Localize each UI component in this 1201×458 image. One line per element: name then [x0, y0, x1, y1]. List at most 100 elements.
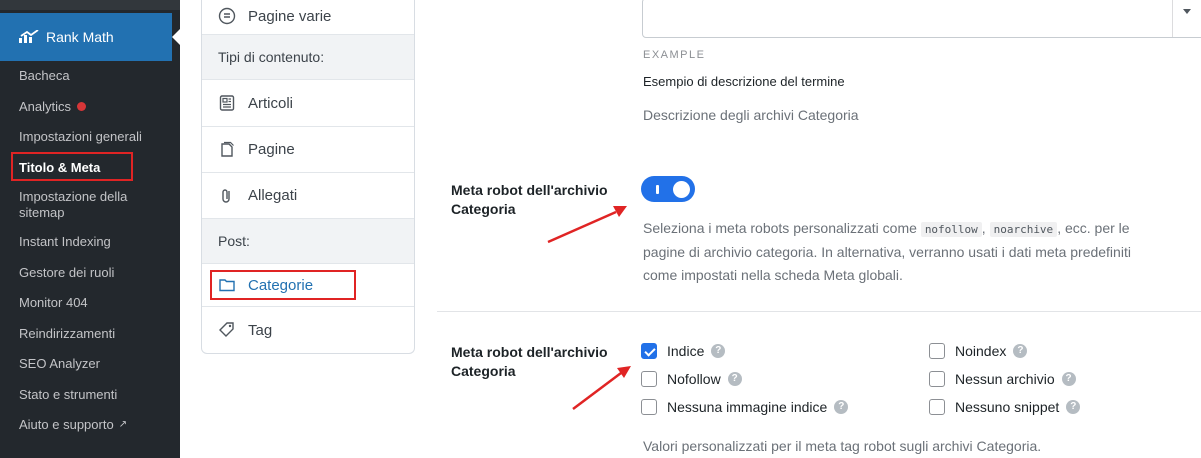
robots-desc-text: , ecc. per le [1057, 220, 1130, 236]
page: Rank Math Bacheca Analytics Impostazioni… [0, 0, 1201, 458]
rank-math-logo-icon [19, 30, 39, 43]
help-icon[interactable]: ? [1066, 400, 1081, 414]
sidebar-item-label: Reindirizzamenti [19, 325, 116, 341]
sidebar-item-label: Analytics [19, 98, 72, 114]
nav-item-label: Tag [248, 321, 273, 339]
archive-description-help: Descrizione degli archivi Categoria [643, 107, 859, 123]
sidebar-item-label: Stato e strumenti [19, 386, 118, 402]
help-icon[interactable]: ? [711, 344, 726, 358]
help-icon[interactable]: ? [834, 400, 849, 414]
checkbox-label: Nessuna immagine indice [667, 399, 828, 415]
robots-desc-comma: , [981, 220, 986, 236]
sidebar-item-label: Impostazione della sitemap [19, 189, 128, 220]
checkbox-box[interactable] [641, 399, 657, 415]
highlight-box-titles-meta [11, 152, 133, 181]
robots-desc-text: Seleziona i meta robots personalizzati c… [643, 220, 917, 236]
tag-icon [219, 322, 234, 337]
nav-item-label: Allegati [248, 187, 298, 204]
sidebar-item-status-tools[interactable]: Stato e strumenti [0, 380, 180, 411]
checkbox-label: Nofollow [667, 371, 721, 387]
checkbox-indice[interactable]: Indice ? [641, 343, 726, 359]
description-select[interactable] [642, 0, 1201, 38]
sidebar-item-label: Impostazioni generali [19, 129, 142, 145]
pages-icon [221, 141, 234, 157]
document-icon [219, 95, 235, 111]
checkbox-box[interactable] [929, 343, 945, 359]
sidebar-item-instant-indexing[interactable]: Instant Indexing [0, 227, 180, 258]
robots-toggle-description: Seleziona i meta robots personalizzati c… [643, 217, 1199, 287]
robots-checkbox-footer: Valori personalizzati per il meta tag ro… [643, 438, 1042, 454]
sidebar-brand-label: Rank Math [46, 29, 114, 45]
noarchive-keyword: noarchive [989, 222, 1058, 237]
checkbox-noarchive[interactable]: Nessun archivio ? [929, 371, 1076, 387]
checkbox-nofollow[interactable]: Nofollow ? [641, 371, 742, 387]
checkbox-label: Nessun archivio [955, 371, 1055, 387]
chevron-down-icon [1183, 9, 1191, 14]
checkbox-label: Indice [667, 343, 705, 359]
nav-section-label: Post: [218, 233, 250, 249]
toggle-knob [673, 181, 690, 198]
robots-toggle-label: Meta robot dell'archivio Categoria [451, 182, 608, 217]
nav-item-label: Articoli [248, 94, 294, 112]
checkbox-box[interactable] [641, 343, 657, 359]
sidebar-item-label: Aiuto e supporto [19, 417, 114, 433]
example-text: Esempio di descrizione del termine [643, 74, 845, 89]
checkbox-box[interactable] [929, 399, 945, 415]
sidebar-item-seo-analyzer[interactable]: SEO Analyzer [0, 349, 180, 380]
rank-math-submenu: Bacheca Analytics Impostazioni generali … [0, 61, 180, 441]
example-label: EXAMPLE [643, 49, 706, 61]
external-link-icon: ↗ [118, 419, 128, 431]
notification-dot [77, 102, 87, 112]
list-icon [218, 7, 236, 25]
checkbox-label: Noindex [955, 343, 1007, 359]
robots-desc-line-3: come impostati nella scheda Meta globali… [643, 267, 903, 283]
nav-item-tag[interactable]: Tag [202, 307, 414, 353]
sidebar-item-redirections[interactable]: Reindirizzamenti [0, 319, 180, 350]
toggle-on-mark [656, 185, 659, 194]
sidebar-item-sitemap-settings[interactable]: Impostazione della sitemap [0, 183, 180, 227]
sidebar-item-help-support[interactable]: Aiuto e supporto ↗ [0, 410, 180, 441]
admin-sidebar: Rank Math Bacheca Analytics Impostazioni… [0, 0, 180, 458]
nav-section-post: Post: [202, 218, 414, 264]
select-divider [1172, 0, 1173, 37]
checkbox-nosnippet[interactable]: Nessuno snippet ? [929, 399, 1081, 415]
nav-item-pagine[interactable]: Pagine [202, 127, 414, 172]
sidebar-item-general-settings[interactable]: Impostazioni generali [0, 122, 180, 153]
sidebar-item-label: Monitor 404 [19, 295, 88, 311]
sidebar-top-strip [0, 0, 180, 10]
nofollow-keyword: nofollow [920, 222, 982, 237]
nav-section-content-types: Tipi di contenuto: [202, 34, 414, 80]
nav-item-articoli[interactable]: Articoli [202, 80, 414, 126]
section-divider [437, 311, 1201, 312]
nav-item-misc-pages[interactable]: Pagine varie [202, 0, 414, 34]
robots-checkbox-label: Meta robot dell'archivio Categoria [451, 344, 608, 379]
robots-desc-line-1: Seleziona i meta robots personalizzati c… [643, 217, 1199, 241]
nav-item-label: Pagine [248, 141, 295, 158]
checkbox-box[interactable] [929, 371, 945, 387]
sidebar-item-analytics[interactable]: Analytics [0, 92, 180, 123]
highlight-box-categorie [210, 270, 356, 300]
robots-toggle-switch[interactable] [641, 176, 695, 202]
sidebar-item-label: Bacheca [19, 68, 70, 84]
sidebar-item-rank-math[interactable]: Rank Math [0, 13, 172, 61]
help-icon[interactable]: ? [1013, 344, 1028, 358]
sidebar-item-role-manager[interactable]: Gestore dei ruoli [0, 258, 180, 289]
help-icon[interactable]: ? [727, 372, 742, 386]
checkbox-label: Nessuno snippet [955, 399, 1060, 415]
active-menu-pointer [172, 29, 180, 45]
robots-desc-line-2: pagine di archivio categoria. In alterna… [643, 244, 1131, 260]
sidebar-item-label: SEO Analyzer [19, 356, 100, 372]
checkbox-noindex[interactable]: Noindex ? [929, 343, 1028, 359]
sidebar-item-label: Instant Indexing [19, 234, 111, 250]
help-icon[interactable]: ? [1061, 372, 1076, 386]
settings-nav-panel: Pagine varie Tipi di contenuto: Articoli… [201, 0, 415, 354]
sidebar-item-bacheca[interactable]: Bacheca [0, 61, 180, 92]
nav-section-label: Tipi di contenuto: [218, 49, 325, 65]
checkbox-box[interactable] [641, 371, 657, 387]
sidebar-item-monitor-404[interactable]: Monitor 404 [0, 288, 180, 319]
sidebar-item-label: Gestore dei ruoli [19, 264, 115, 280]
nav-item-allegati[interactable]: Allegati [202, 173, 414, 218]
checkbox-noimageindex[interactable]: Nessuna immagine indice ? [641, 399, 849, 415]
nav-item-label: Pagine varie [248, 7, 332, 25]
paperclip-icon [222, 188, 230, 203]
